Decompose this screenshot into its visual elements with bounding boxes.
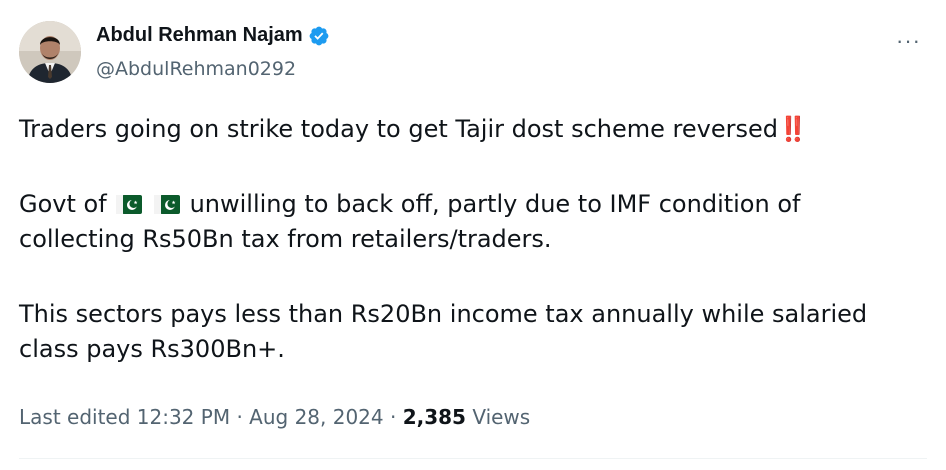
verified-badge-icon <box>308 25 330 47</box>
tweet-line-1: Traders going on strike today to get Taj… <box>19 115 778 143</box>
pakistan-flag-icon <box>153 189 180 214</box>
divider <box>19 458 927 459</box>
views-count: 2,385 <box>402 405 466 429</box>
author-name[interactable]: Abdul Rehman Najam <box>96 24 303 47</box>
author-handle[interactable]: @AbdulRehman0292 <box>96 58 296 80</box>
author-name-row[interactable]: Abdul Rehman Najam <box>96 24 330 47</box>
more-horizontal-icon[interactable]: ··· <box>896 28 921 54</box>
tweet-govt-of: Govt of <box>19 190 107 218</box>
tweet-paragraph-2: Govt of unwilling to back off, partly du <box>19 187 919 257</box>
tweet-paragraph-3: This sectors pays less than Rs20Bn incom… <box>19 297 919 367</box>
tweet-class-line: class pays Rs300Bn+. <box>19 335 285 363</box>
pakistan-flag-icon <box>116 189 143 214</box>
views-label: Views <box>472 405 531 429</box>
tweet-unwilling: unwilling to back off, partly due to IMF… <box>189 190 801 218</box>
last-edited-timestamp[interactable]: Last edited 12:32 PM · Aug 28, 2024 · <box>19 405 396 429</box>
tweet-collecting: collecting Rs50Bn tax from retailers/tra… <box>19 225 552 253</box>
double-exclamation-emoji: ‼️ <box>778 115 808 143</box>
tweet-meta: Last edited 12:32 PM · Aug 28, 2024 · 2,… <box>19 405 530 429</box>
tweet-sectors-line: This sectors pays less than Rs20Bn incom… <box>19 300 868 328</box>
tweet-paragraph-1: Traders going on strike today to get Taj… <box>19 112 919 147</box>
avatar[interactable] <box>19 21 81 83</box>
tweet-text: Traders going on strike today to get Taj… <box>19 112 919 367</box>
avatar-image <box>19 21 81 83</box>
